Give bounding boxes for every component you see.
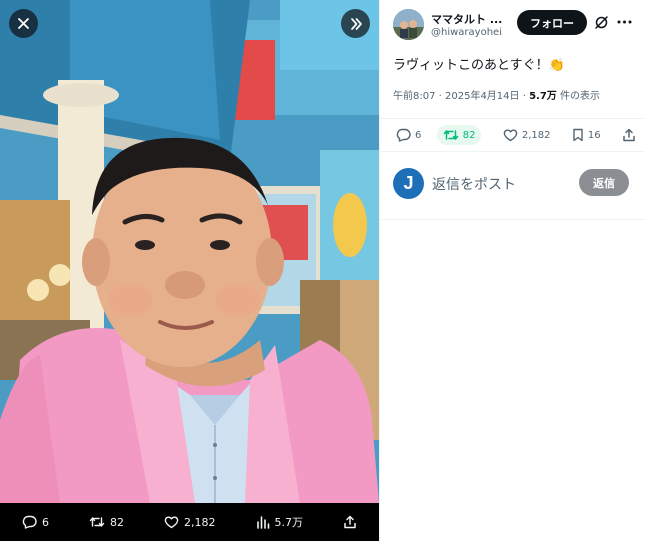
media-reply-button[interactable]: 6 [22, 515, 49, 529]
reply-input[interactable]: 返信をポスト [432, 174, 516, 194]
avatar-image [393, 9, 424, 40]
media-action-bar: 6 82 2,182 5.7万 [0, 503, 379, 541]
share-button[interactable] [622, 128, 636, 142]
media-viewer: 6 82 2,182 5.7万 [0, 0, 379, 541]
tweet-views-label: 件の表示 [556, 91, 600, 102]
expand-button[interactable] [341, 9, 370, 38]
repost-icon [443, 130, 458, 140]
reply-button[interactable]: 6 [396, 128, 421, 142]
tweet-text: ラヴィットこのあとすぐ！👏 [393, 58, 565, 73]
close-icon [18, 18, 29, 29]
grok-button[interactable] [592, 13, 610, 31]
media-repost-button[interactable]: 82 [89, 515, 124, 529]
heart-icon [503, 129, 518, 142]
bookmark-button[interactable]: 16 [572, 128, 601, 142]
reply-icon [396, 128, 411, 142]
media-share-button[interactable] [343, 515, 357, 529]
share-icon [344, 515, 356, 529]
divider [380, 219, 645, 220]
like-button[interactable]: 2,182 [503, 128, 551, 142]
media-like-button[interactable]: 2,182 [164, 515, 216, 529]
tweet-detail-pane: ママタルト ... @hiwarayohei フォロー ラヴィットこのあとすぐ！… [379, 0, 645, 541]
bookmark-count: 16 [587, 129, 601, 141]
more-options-button[interactable] [615, 13, 633, 31]
grok-icon [594, 15, 608, 29]
tweet-view-count: 5.7万 [529, 91, 557, 102]
tweet-meta: 午前8:07 · 2025年4月14日 · 5.7万 件の表示 [393, 87, 600, 102]
media-views-count: 5.7万 [274, 516, 304, 529]
follow-button[interactable]: フォロー [517, 10, 587, 35]
tweet-timestamp[interactable]: 午前8:07 · 2025年4月14日 · [393, 91, 529, 102]
share-icon [623, 128, 635, 142]
media-reply-count: 6 [42, 515, 49, 529]
user-avatar[interactable]: J [393, 168, 424, 199]
author-name[interactable]: ママタルト ... [431, 11, 502, 27]
reply-icon [22, 515, 37, 529]
author-handle[interactable]: @hiwarayohei [431, 27, 502, 38]
bookmark-icon [573, 128, 583, 142]
views-icon [256, 516, 269, 529]
media-like-count: 2,182 [184, 515, 216, 529]
reply-submit-button[interactable]: 返信 [579, 169, 629, 196]
repost-button[interactable]: 82 [436, 125, 482, 145]
photo-illustration [0, 0, 379, 503]
repost-count: 82 [462, 129, 476, 141]
media-repost-count: 82 [110, 515, 124, 529]
repost-icon [89, 517, 105, 527]
reply-count: 6 [415, 129, 422, 141]
double-chevron-right-icon [350, 17, 362, 30]
reply-composer: J 返信をポスト 返信 [380, 158, 645, 208]
heart-icon [164, 516, 179, 529]
media-views-button[interactable]: 5.7万 [256, 514, 304, 530]
tweet-actions: 6 82 2,182 16 [380, 118, 645, 152]
like-count: 2,182 [521, 129, 551, 141]
more-icon [617, 20, 631, 24]
tweet-photo[interactable] [0, 0, 379, 503]
close-button[interactable] [9, 9, 38, 38]
author-avatar[interactable] [393, 9, 424, 40]
tweet-header: ママタルト ... @hiwarayohei フォロー [380, 0, 645, 48]
